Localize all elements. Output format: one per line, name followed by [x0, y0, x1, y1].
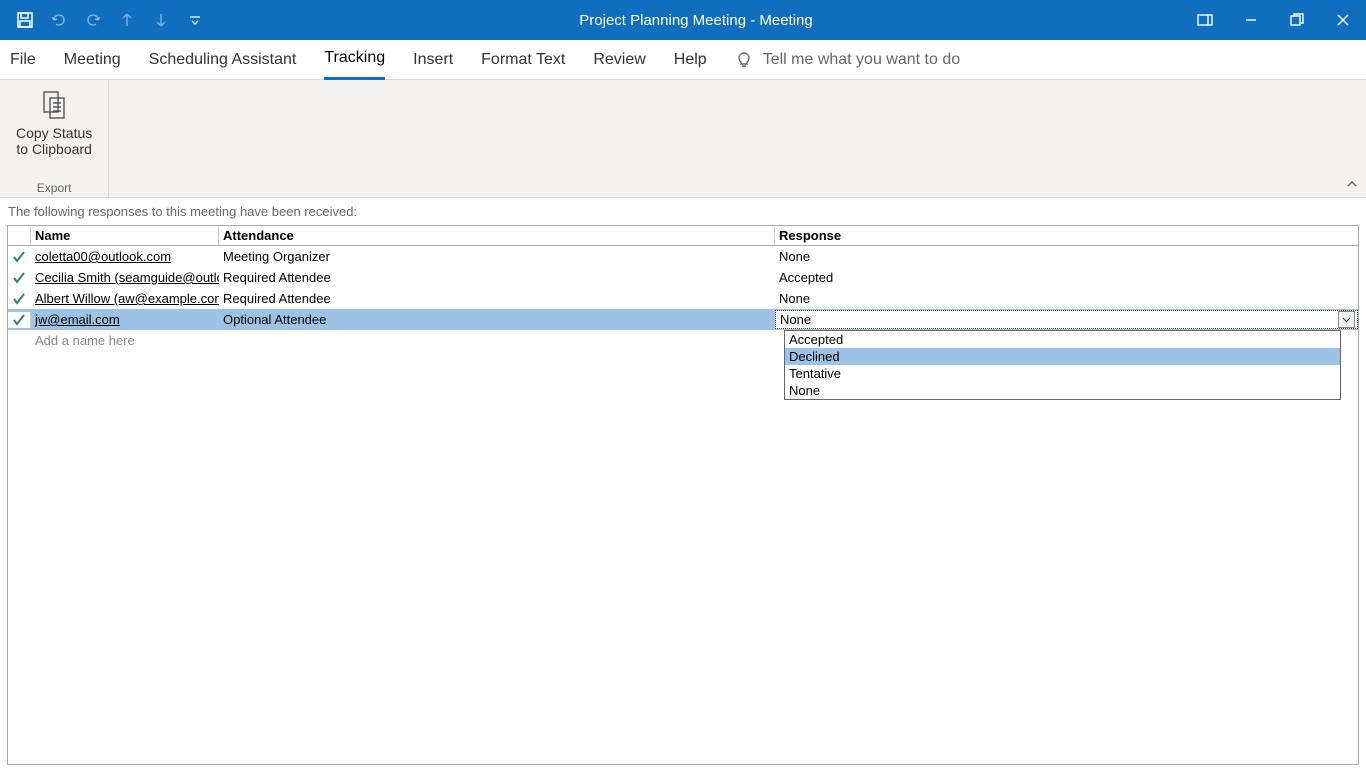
save-button[interactable] — [10, 5, 40, 35]
next-button[interactable] — [146, 5, 176, 35]
column-attendance-header[interactable]: Attendance — [219, 226, 775, 245]
dropdown-item-accepted[interactable]: Accepted — [785, 331, 1340, 348]
tab-tracking[interactable]: Tracking — [324, 40, 385, 80]
attendance-cell[interactable]: Required Attendee — [219, 270, 775, 285]
copy-icon — [37, 88, 71, 122]
close-button[interactable] — [1320, 0, 1366, 40]
attendee-link[interactable]: Albert Willow (aw@example.com — [35, 291, 219, 306]
tell-me-input[interactable]: Tell me what you want to do — [735, 51, 960, 69]
attendance-cell[interactable]: Optional Attendee — [219, 312, 775, 327]
attendee-name-cell[interactable]: jw@email.com — [31, 312, 219, 327]
copy-status-label-1: Copy Status — [16, 125, 92, 141]
response-cell[interactable]: Accepted — [775, 270, 1358, 285]
dropdown-item-tentative[interactable]: Tentative — [785, 365, 1340, 382]
send-meeting-checkbox[interactable] — [8, 249, 31, 265]
attendance-cell[interactable]: Required Attendee — [219, 291, 775, 306]
grid-body: coletta00@outlook.com Meeting Organizer … — [8, 246, 1358, 351]
tell-me-placeholder: Tell me what you want to do — [763, 51, 960, 69]
dropdown-item-none[interactable]: None — [785, 382, 1340, 399]
column-icon-header[interactable] — [8, 226, 31, 245]
window-title: Project Planning Meeting - Meeting — [210, 12, 1182, 29]
tab-file[interactable]: File — [10, 40, 36, 80]
add-name-input[interactable]: Add a name here — [31, 333, 219, 348]
quick-access-toolbar — [0, 5, 210, 35]
column-response-header[interactable]: Response — [775, 226, 1358, 245]
ribbon-group-export: Copy Status to Clipboard Export — [0, 80, 109, 197]
undo-button[interactable] — [44, 5, 74, 35]
tracking-grid: Name Attendance Response coletta00@outlo… — [7, 225, 1359, 765]
response-dropdown-list[interactable]: Accepted Declined Tentative None — [784, 330, 1341, 400]
dropdown-item-declined[interactable]: Declined — [785, 348, 1340, 365]
send-meeting-checkbox[interactable] — [8, 312, 31, 328]
response-value: None — [780, 312, 811, 327]
ribbon-display-button[interactable] — [1182, 0, 1228, 40]
ribbon-group-label: Export — [37, 181, 72, 195]
response-cell[interactable]: None — [775, 249, 1358, 264]
copy-status-label-2: to Clipboard — [16, 141, 92, 157]
attendee-name-cell[interactable]: Cecilia Smith (seamguide@outlo — [31, 270, 219, 285]
table-row[interactable]: Albert Willow (aw@example.com Required A… — [8, 288, 1358, 309]
column-name-header[interactable]: Name — [31, 226, 219, 245]
response-dropdown-button[interactable] — [1338, 311, 1355, 328]
attendee-link[interactable]: Cecilia Smith (seamguide@outlo — [35, 270, 219, 285]
lightbulb-icon — [735, 51, 753, 69]
window-controls — [1182, 0, 1366, 40]
customize-qat-button[interactable] — [180, 5, 210, 35]
table-row[interactable]: coletta00@outlook.com Meeting Organizer … — [8, 246, 1358, 267]
tab-help[interactable]: Help — [674, 40, 707, 80]
minimize-button[interactable] — [1228, 0, 1274, 40]
tracking-status-text: The following responses to this meeting … — [0, 198, 1366, 225]
copy-status-to-clipboard-button[interactable]: Copy Status to Clipboard — [10, 86, 98, 159]
attendee-link[interactable]: coletta00@outlook.com — [35, 249, 171, 264]
response-cell[interactable]: None — [775, 291, 1358, 306]
tab-review[interactable]: Review — [593, 40, 645, 80]
ribbon-tabs: File Meeting Scheduling Assistant Tracki… — [0, 40, 1366, 80]
collapse-ribbon-button[interactable] — [1346, 178, 1358, 193]
send-meeting-checkbox[interactable] — [8, 291, 31, 307]
grid-header: Name Attendance Response — [8, 226, 1358, 246]
table-row[interactable]: jw@email.com Optional Attendee None — [8, 309, 1358, 330]
tab-meeting[interactable]: Meeting — [64, 40, 121, 80]
previous-button[interactable] — [112, 5, 142, 35]
response-cell[interactable]: None — [775, 310, 1358, 329]
tab-insert[interactable]: Insert — [413, 40, 453, 80]
attendee-name-cell[interactable]: coletta00@outlook.com — [31, 249, 219, 264]
redo-button[interactable] — [78, 5, 108, 35]
tab-format-text[interactable]: Format Text — [481, 40, 565, 80]
attendee-link[interactable]: jw@email.com — [35, 312, 120, 327]
ribbon: Copy Status to Clipboard Export — [0, 80, 1366, 198]
attendance-cell[interactable]: Meeting Organizer — [219, 249, 775, 264]
attendee-name-cell[interactable]: Albert Willow (aw@example.com — [31, 291, 219, 306]
maximize-button[interactable] — [1274, 0, 1320, 40]
table-row[interactable]: Cecilia Smith (seamguide@outlo Required … — [8, 267, 1358, 288]
tab-scheduling-assistant[interactable]: Scheduling Assistant — [149, 40, 297, 80]
chevron-down-icon — [1342, 315, 1351, 324]
send-meeting-checkbox[interactable] — [8, 270, 31, 286]
title-bar: Project Planning Meeting - Meeting — [0, 0, 1366, 40]
